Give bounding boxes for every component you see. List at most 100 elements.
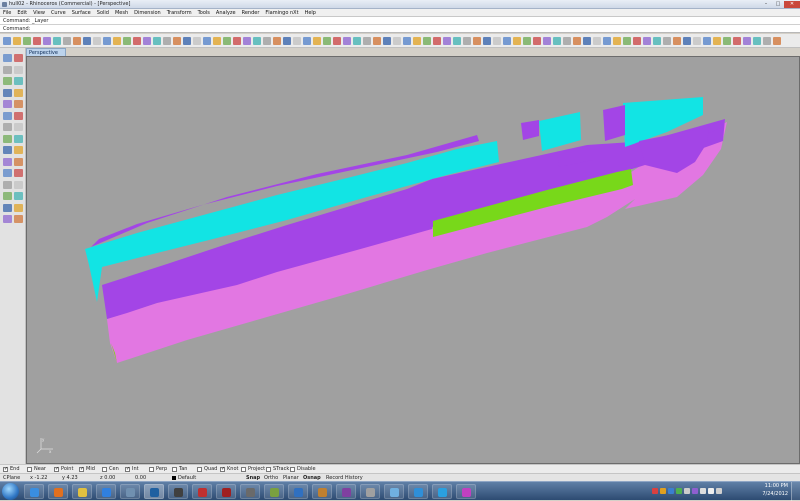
osnap-quad-checkbox[interactable] — [197, 467, 202, 472]
volume-icon[interactable] — [708, 488, 714, 494]
analyze-icon[interactable] — [14, 215, 23, 223]
toolbar-icon-61[interactable] — [603, 37, 611, 45]
maximize-button[interactable]: □ — [772, 1, 784, 8]
toolbar-icon-47[interactable] — [463, 37, 471, 45]
menu-help[interactable]: Help — [302, 9, 319, 17]
toolbar-icon-63[interactable] — [623, 37, 631, 45]
osnap-int-checkbox[interactable] — [125, 466, 130, 472]
viewport-tab-perspective[interactable]: Perspective — [26, 48, 66, 56]
skype-taskbar-button[interactable] — [432, 484, 452, 499]
menu-edit[interactable]: Edit — [14, 9, 30, 17]
grasshopper-taskbar-button[interactable] — [168, 484, 188, 499]
toolbar-icon-48[interactable] — [473, 37, 481, 45]
clock-date[interactable]: 7/24/2012 — [762, 491, 788, 497]
toolbar-icon-38[interactable] — [373, 37, 381, 45]
rhino-taskbar-button[interactable] — [120, 484, 140, 499]
tray-icon-3[interactable] — [668, 488, 674, 494]
toolbar-icon-62[interactable] — [613, 37, 621, 45]
explorer-taskbar-button[interactable] — [72, 484, 92, 499]
cut-icon[interactable] — [53, 37, 61, 45]
shaded-icon[interactable] — [283, 37, 291, 45]
minimize-button[interactable]: – — [760, 1, 772, 8]
close-button[interactable]: ✕ — [784, 1, 800, 8]
osnap-cen-checkbox[interactable] — [102, 467, 107, 472]
help-icon[interactable] — [333, 37, 341, 45]
menu-analyze[interactable]: Analyze — [213, 9, 239, 17]
tray-icon-2[interactable] — [660, 488, 666, 494]
toolbar-icon-59[interactable] — [583, 37, 591, 45]
hull-cyan-deck-1[interactable] — [539, 112, 581, 151]
open-icon[interactable] — [13, 37, 21, 45]
toolbar-icon-70[interactable] — [693, 37, 701, 45]
rotate-icon[interactable] — [14, 192, 23, 200]
ellipse-icon[interactable] — [3, 88, 12, 97]
mesh-icon[interactable] — [3, 157, 12, 166]
osnap-strack-checkbox[interactable] — [266, 467, 271, 472]
photoshop-taskbar-button[interactable] — [144, 484, 164, 499]
clock-time[interactable]: 11:00 PM — [765, 483, 788, 489]
toolbar-icon-77[interactable] — [763, 37, 771, 45]
hull-purple-deck-2[interactable] — [603, 105, 625, 141]
flag-icon[interactable] — [716, 488, 722, 494]
free-curve-icon[interactable] — [14, 100, 23, 108]
menu-solid[interactable]: Solid — [94, 9, 112, 17]
zoom-target-icon[interactable] — [163, 37, 171, 45]
fillet-icon[interactable] — [14, 146, 23, 154]
named-views-icon[interactable] — [193, 37, 201, 45]
material-icon[interactable] — [313, 37, 321, 45]
construction-plane-icon[interactable] — [213, 37, 221, 45]
point-icon[interactable] — [14, 54, 23, 62]
menu-mesh[interactable]: Mesh — [112, 9, 131, 17]
menu-transform[interactable]: Transform — [164, 9, 195, 17]
menu-surface[interactable]: Surface — [69, 9, 94, 17]
toolbar-icon-49[interactable] — [483, 37, 491, 45]
layers-icon[interactable] — [243, 37, 251, 45]
toolbar-icon-76[interactable] — [753, 37, 761, 45]
sphere-icon[interactable] — [14, 123, 23, 131]
zoom-all-icon[interactable] — [173, 37, 181, 45]
print-icon[interactable] — [33, 37, 41, 45]
zoom-window-icon[interactable] — [133, 37, 141, 45]
toolbar-icon-68[interactable] — [673, 37, 681, 45]
toolbar-icon-35[interactable] — [343, 37, 351, 45]
zoom-icon[interactable] — [123, 37, 131, 45]
start-button[interactable] — [2, 483, 19, 500]
menu-render[interactable]: Render — [239, 9, 263, 17]
undo-view-icon[interactable] — [183, 37, 191, 45]
hull-purple-deck-1[interactable] — [521, 120, 539, 140]
zoom-extents-icon[interactable] — [143, 37, 151, 45]
join-icon[interactable] — [3, 180, 12, 189]
toolbar-icon-45[interactable] — [443, 37, 451, 45]
toolbar-icon-40[interactable] — [393, 37, 401, 45]
mirror-icon[interactable] — [14, 203, 23, 212]
skype-call-taskbar-button[interactable] — [192, 484, 212, 499]
app-taskbar-button-13[interactable] — [312, 484, 332, 499]
toolbar-icon-75[interactable] — [743, 37, 751, 45]
perspective-viewport[interactable]: y x — [26, 56, 800, 464]
toolbar-icon-58[interactable] — [573, 37, 581, 45]
pan-icon[interactable] — [103, 37, 111, 45]
osnap-end-checkbox[interactable] — [3, 466, 8, 472]
app-taskbar-button-14[interactable] — [336, 484, 356, 499]
camera-icon[interactable] — [323, 37, 331, 45]
toolbar-icon-71[interactable] — [703, 37, 711, 45]
firefox-taskbar-button[interactable] — [48, 484, 68, 499]
save-icon[interactable] — [23, 37, 31, 45]
ie-taskbar-button[interactable] — [24, 484, 44, 499]
show-desktop-button[interactable] — [791, 482, 800, 501]
menu-flamingo[interactable]: Flamingo nXt — [262, 9, 301, 17]
command-line[interactable]: Command: — [0, 25, 800, 33]
toolbar-icon-66[interactable] — [653, 37, 661, 45]
circle-icon[interactable] — [3, 77, 12, 85]
toolbar-icon-41[interactable] — [403, 37, 411, 45]
new-icon[interactable] — [3, 37, 11, 45]
properties-icon[interactable] — [263, 37, 271, 45]
tray-icon-4[interactable] — [676, 488, 682, 494]
polygon-icon[interactable] — [3, 100, 12, 108]
osnap-point-checkbox[interactable] — [54, 466, 59, 472]
osnap-near-checkbox[interactable] — [27, 467, 32, 472]
arc-icon[interactable] — [14, 77, 23, 85]
dimension-icon[interactable] — [14, 157, 23, 166]
toolbar-icon-51[interactable] — [503, 37, 511, 45]
boolean-icon[interactable] — [3, 146, 12, 154]
